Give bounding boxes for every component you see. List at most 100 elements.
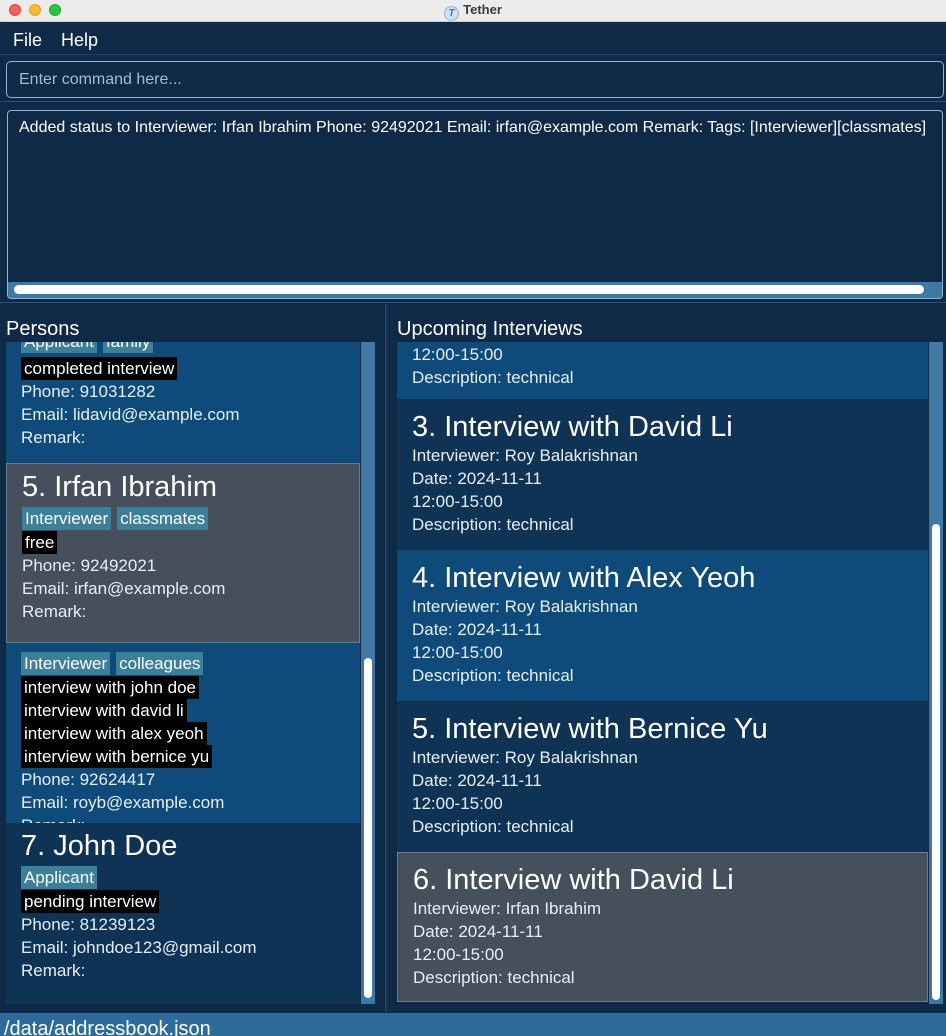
interview-title-row: 5. Interview with Bernice Yu xyxy=(412,713,928,746)
person-name: John Doe xyxy=(53,830,178,862)
result-text-area[interactable]: Added status to Interviewer: Irfan Ibrah… xyxy=(7,110,943,299)
interviews-scrollbar[interactable] xyxy=(929,342,943,1004)
interview-title-row: 6. Interview with David Li xyxy=(413,864,927,897)
persons-scrollbar[interactable] xyxy=(361,342,375,1004)
tag: Interviewer xyxy=(22,507,112,530)
interview-description: Description: technical xyxy=(412,817,574,836)
interview-interviewer: Interviewer: Roy Balakrishnan xyxy=(412,748,638,767)
result-horizontal-scrollbar[interactable] xyxy=(8,282,942,298)
tag-row: Interviewer classmates xyxy=(22,506,359,531)
person-remark: Remark: xyxy=(21,814,360,823)
persons-list[interactable]: Applicant family completed interview Pho… xyxy=(6,342,375,1004)
interview-date: Date: 2024-11-11 xyxy=(412,469,542,488)
person-name-row: 7. John Doe xyxy=(21,830,360,863)
interview-index: 4. xyxy=(412,562,437,594)
menu-bar: File Help xyxy=(0,23,946,55)
title-bar: T Tether xyxy=(0,0,946,22)
interview-description: Description: technical xyxy=(413,968,575,987)
person-email: Email: royb@example.com xyxy=(21,793,225,812)
tag: Interviewer xyxy=(21,652,111,675)
person-card-irfan-ibrahim[interactable]: 5. Irfan Ibrahim Interviewer classmates … xyxy=(6,463,360,643)
person-email: Email: johndoe123@gmail.com xyxy=(21,938,257,957)
interview-title: Interview with Alex Yeoh xyxy=(444,562,756,594)
status-badge: interview with john doe xyxy=(21,676,199,699)
interview-date: Date: 2024-11-11 xyxy=(412,771,542,790)
menu-file[interactable]: File xyxy=(13,30,42,51)
command-box xyxy=(0,56,946,102)
status-badge: pending interview xyxy=(21,890,160,913)
result-display: Added status to Interviewer: Irfan Ibrah… xyxy=(0,103,946,303)
interview-interviewer: Interviewer: Irfan Ibrahim xyxy=(413,899,602,918)
person-card-roy-balakrishnan[interactable]: Interviewer colleagues interview with jo… xyxy=(6,643,360,823)
person-phone: Phone: 92492021 xyxy=(22,556,157,575)
interview-time: 12:00-15:00 xyxy=(412,643,503,662)
person-index: 5. xyxy=(22,471,47,503)
tag: Applicant xyxy=(21,342,97,353)
status-badge: interview with alex yeoh xyxy=(21,722,207,745)
interview-interviewer: Interviewer: Roy Balakrishnan xyxy=(412,597,638,616)
tag: Applicant xyxy=(21,866,97,889)
window-title: Tether xyxy=(463,2,502,17)
interview-description: Description: technical xyxy=(412,666,574,685)
status-badge: completed interview xyxy=(21,357,178,380)
result-message: Added status to Interviewer: Irfan Ibrah… xyxy=(19,119,927,136)
person-remark: Remark: xyxy=(22,602,87,621)
persons-panel-title: Persons xyxy=(6,318,80,340)
interview-index: 3. xyxy=(412,411,437,443)
person-name-row: 5. Irfan Ibrahim xyxy=(22,471,359,504)
interview-time: 12:00-15:00 xyxy=(412,492,503,511)
window-title-group: T Tether xyxy=(0,2,946,21)
interview-card-3[interactable]: 3. Interview with David Li Interviewer: … xyxy=(397,399,928,550)
person-email: Email: lidavid@example.com xyxy=(21,405,240,424)
person-phone: Phone: 91031282 xyxy=(21,382,156,401)
interview-time: 12:00-15:00 xyxy=(412,794,503,813)
interviews-scrollbar-thumb[interactable] xyxy=(932,524,940,1000)
interview-date: Date: 2024-11-11 xyxy=(412,620,542,639)
interview-date: Date: 2024-11-11 xyxy=(413,922,543,941)
person-card-david-li[interactable]: Applicant family completed interview Pho… xyxy=(6,342,360,463)
interviews-panel-title: Upcoming Interviews xyxy=(397,318,583,340)
person-card-john-doe[interactable]: 7. John Doe Applicant pending interview … xyxy=(6,823,360,1004)
interviews-list[interactable]: 12:00-15:00 Description: technical 3. In… xyxy=(397,342,943,1004)
interview-time: 12:00-15:00 xyxy=(412,345,503,364)
interview-interviewer: Interviewer: Roy Balakrishnan xyxy=(412,446,638,465)
person-index: 7. xyxy=(21,830,46,862)
person-remark: Remark: xyxy=(21,961,86,980)
tag-row: Interviewer colleagues xyxy=(21,651,360,676)
app-logo-icon: T xyxy=(444,6,460,21)
interview-title-row: 4. Interview with Alex Yeoh xyxy=(412,562,928,595)
save-location: /data/addressbook.json xyxy=(4,1018,211,1036)
tag: family xyxy=(102,342,154,353)
person-phone: Phone: 81239123 xyxy=(21,915,156,934)
interview-card-5[interactable]: 5. Interview with Bernice Yu Interviewer… xyxy=(397,701,928,852)
status-badge: interview with bernice yu xyxy=(21,745,213,768)
person-remark: Remark: xyxy=(21,428,86,447)
result-scrollbar-thumb[interactable] xyxy=(14,285,924,294)
panel-divider[interactable] xyxy=(385,304,388,1012)
interview-title: Interview with Bernice Yu xyxy=(444,713,768,745)
interview-card-6[interactable]: 6. Interview with David Li Interviewer: … xyxy=(397,852,928,1002)
tag: colleagues xyxy=(116,652,204,675)
persons-scrollbar-thumb[interactable] xyxy=(364,658,372,998)
interview-title: Interview with David Li xyxy=(445,864,734,896)
interview-title: Interview with David Li xyxy=(444,411,733,443)
status-badge: interview with david li xyxy=(21,699,187,722)
interview-index: 5. xyxy=(412,713,437,745)
interview-index: 6. xyxy=(413,864,438,896)
interview-description: Description: technical xyxy=(412,515,574,534)
status-list: interview with john doe interview with d… xyxy=(21,676,360,768)
status-badge: free xyxy=(22,531,58,554)
interview-title-row: 3. Interview with David Li xyxy=(412,411,928,444)
interview-card-4[interactable]: 4. Interview with Alex Yeoh Interviewer:… xyxy=(397,550,928,701)
person-email: Email: irfan@example.com xyxy=(22,579,226,598)
interview-description: Description: technical xyxy=(412,368,574,387)
tag-row: Applicant family xyxy=(21,342,360,354)
tag: classmates xyxy=(117,507,209,530)
status-bar: /data/addressbook.json xyxy=(0,1013,946,1036)
menu-help[interactable]: Help xyxy=(61,30,98,51)
interview-time: 12:00-15:00 xyxy=(413,945,504,964)
person-phone: Phone: 92624417 xyxy=(21,770,156,789)
interview-card-2[interactable]: 12:00-15:00 Description: technical xyxy=(397,342,928,399)
person-name: Irfan Ibrahim xyxy=(54,471,218,503)
command-input[interactable] xyxy=(6,61,944,98)
